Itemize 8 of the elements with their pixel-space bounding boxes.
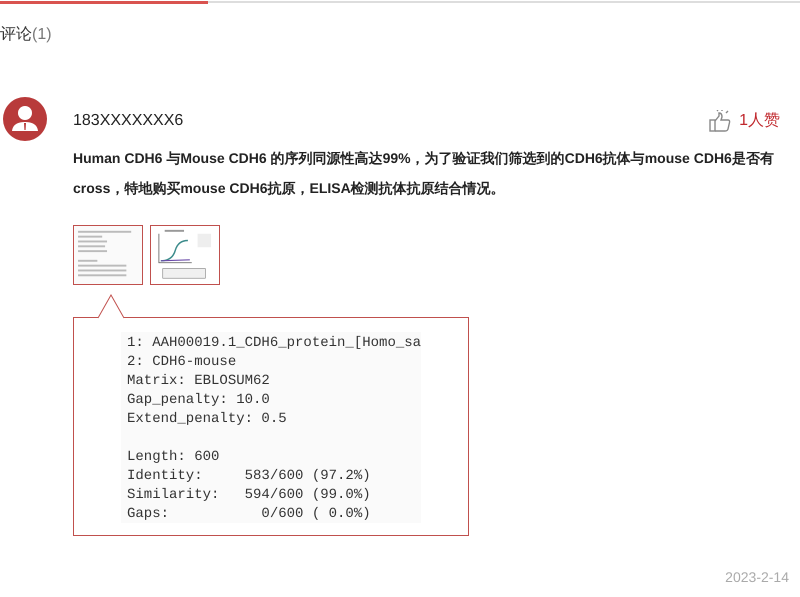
section-title: 评论(1) xyxy=(0,25,52,45)
comment-date: 2023-2-14 xyxy=(725,568,789,587)
user-name: 183XXXXXXX6 xyxy=(73,111,184,131)
comment-text: Human CDH6 与Mouse CDH6 的序列同源性高达99%，为了验证我们筛选到的CDH6抗体与mouse CDH6是否有cross，特地购买mouse CDH6抗原，ELISA检测抗体抗原结合情况。 xyxy=(73,149,775,198)
thumbs-up-icon xyxy=(709,110,732,132)
like-button[interactable]: 1人赞 xyxy=(709,109,780,133)
document-text: 1: AAH00019.1_CDH6_protein_[Homo_sa 2: CDH6-mouse Matrix: EBLOSUM62 Gap_penalty: 10.0 Extend_penalty: 0.5 Length: 600 Identity: 583/600 (97.2%) Similarity: 594/600 (99.0%) Gaps: 0/600 ( 0.0%) xyxy=(121,332,421,523)
avatar-icon xyxy=(3,97,47,141)
